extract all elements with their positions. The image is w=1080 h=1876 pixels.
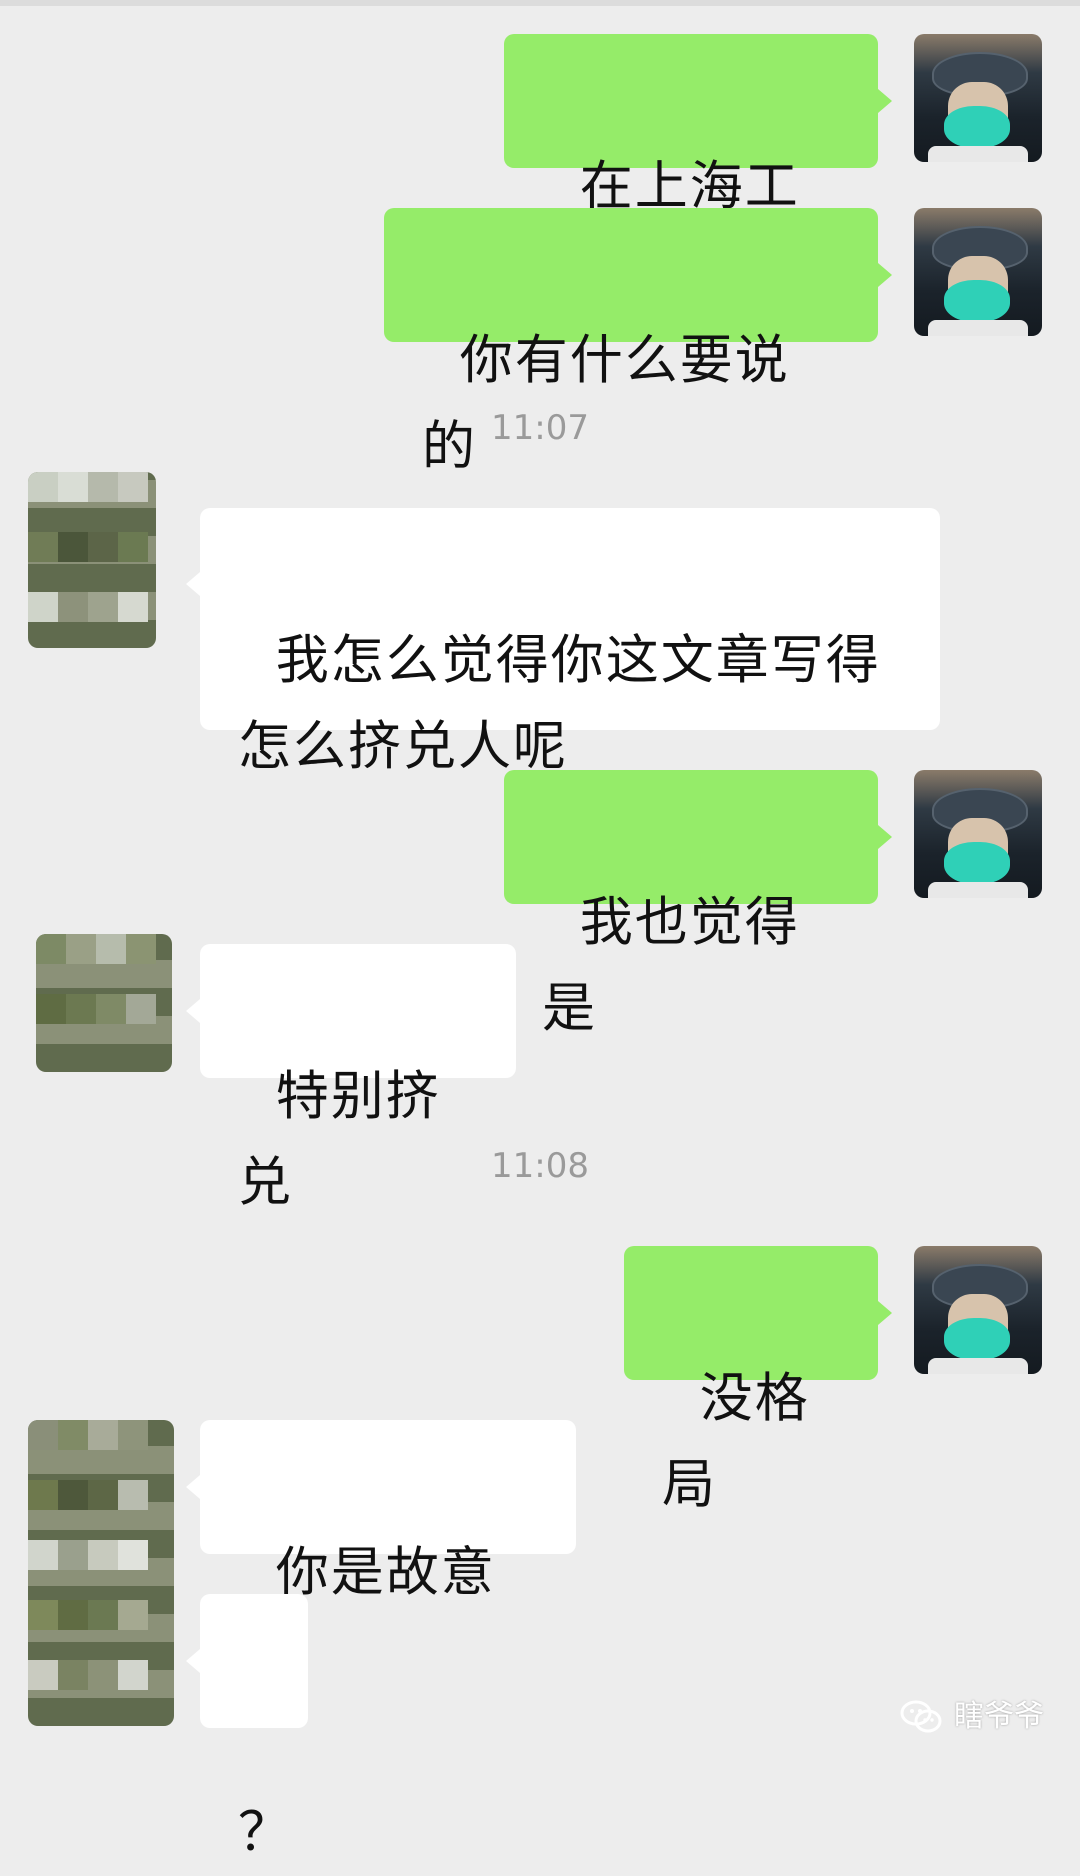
message-bubble-sent[interactable]: 在上海工作 [504,34,892,303]
message-bubble-received[interactable]: ？ [186,1594,308,1863]
message-bubble-sent[interactable]: 没格局 [624,1246,892,1515]
bubble-tail [878,263,892,287]
message-bubble-received[interactable]: 特别挤兑 [186,944,516,1213]
bubble-tail [186,1475,200,1499]
watermark-text: 瞎爷爷 [954,1699,1044,1734]
contact-avatar-pixelated[interactable] [36,934,172,1072]
contact-avatar-pixelated[interactable] [28,1420,174,1726]
timestamp: 11:08 [491,1146,589,1186]
bubble-tail [878,1301,892,1325]
message-text: 你有什么要说的 [422,330,790,477]
wechat-icon [900,1699,944,1735]
bubble-tail [878,825,892,849]
bubble-tail [186,572,200,596]
message-bubble-sent[interactable]: 你有什么要说的 [384,208,892,477]
bubble-tail [878,89,892,113]
my-avatar[interactable] [914,770,1042,898]
watermark: 瞎爷爷 [900,1699,1044,1735]
contact-avatar-pixelated[interactable] [28,472,156,648]
bubble-tail [186,1649,200,1673]
bubble-tail [186,999,200,1023]
message-bubble-received[interactable]: 我怎么觉得你这文章写得 怎么挤兑人呢 [186,508,940,777]
message-bubble-received[interactable]: 你是故意的 [186,1420,576,1689]
message-text: ？ [238,1802,293,1863]
message-text: 我也觉得是 [542,892,800,1039]
my-avatar[interactable] [914,34,1042,162]
my-avatar[interactable] [914,1246,1042,1374]
my-avatar[interactable] [914,208,1042,336]
timestamp: 11:07 [491,408,589,448]
message-text: 特别挤兑 [238,1066,441,1213]
message-bubble-sent[interactable]: 我也觉得是 [504,770,892,1039]
message-text: 没格局 [662,1368,810,1515]
message-text: 我怎么觉得你这文章写得 怎么挤兑人呢 [238,630,881,777]
top-divider [0,0,1080,6]
